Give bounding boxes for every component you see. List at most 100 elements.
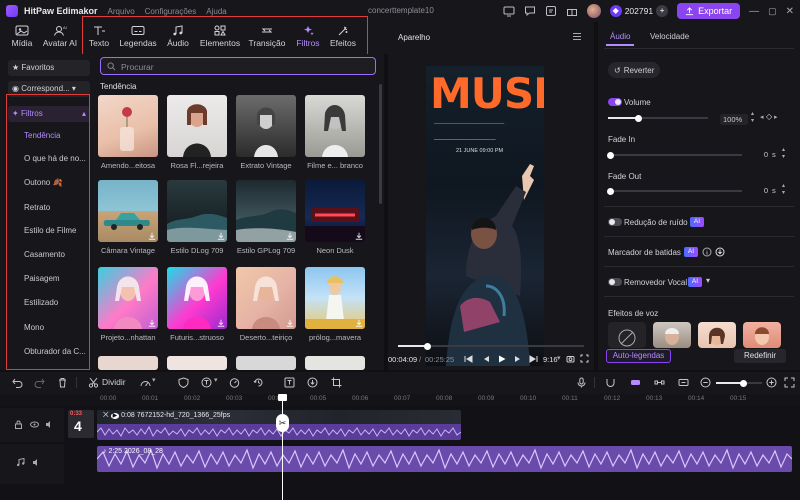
volume-slider-knob[interactable] [634, 114, 642, 122]
chevron-down-icon[interactable]: ▾ [557, 354, 561, 362]
zoom-slider[interactable] [716, 379, 762, 387]
tab-velocidade[interactable]: Velocidade [650, 32, 689, 41]
track-visibility-icon[interactable] [30, 420, 39, 429]
stepper-down-icon[interactable]: ▾ [782, 189, 785, 196]
fade-out-value[interactable]: 0 [748, 186, 768, 195]
text-add-icon[interactable] [201, 377, 212, 388]
fullscreen-icon[interactable] [580, 354, 589, 363]
volume-slider[interactable] [608, 114, 708, 122]
download-icon[interactable] [217, 232, 225, 240]
fade-out-knob[interactable] [607, 187, 614, 195]
stepper-up-icon[interactable]: ▴ [782, 146, 785, 153]
magnet-icon[interactable] [605, 377, 616, 388]
volume-value-input[interactable]: 100% [720, 114, 748, 125]
filter-thumb-9[interactable] [98, 267, 158, 329]
info-icon[interactable] [702, 247, 712, 257]
scissors-icon[interactable] [88, 377, 99, 388]
minimize-icon[interactable]: — [749, 6, 759, 17]
tab-audio-props[interactable]: Áudio [610, 32, 630, 41]
filter-thumb-3[interactable] [236, 95, 296, 157]
previous-frame-icon[interactable] [464, 355, 473, 363]
sidebar-item-favoritos[interactable]: ★ Favoritos [8, 60, 90, 76]
voice-effect-2[interactable] [698, 322, 736, 348]
grid-scrollbar[interactable] [379, 84, 382, 204]
expand-icon[interactable] [784, 377, 795, 388]
filter-thumb-10[interactable] [167, 267, 227, 329]
step-forward-icon[interactable] [514, 355, 522, 363]
split-label[interactable]: Dividir [102, 377, 126, 387]
feedback-icon[interactable] [545, 5, 557, 17]
noise-reduction-toggle[interactable] [608, 218, 622, 226]
next-frame-icon[interactable] [529, 355, 538, 363]
playhead-split-button[interactable]: ✂ [276, 414, 289, 432]
track-mute-icon[interactable] [32, 458, 41, 467]
user-avatar[interactable] [586, 4, 601, 18]
download-circle-icon[interactable] [715, 247, 725, 257]
history-icon[interactable] [253, 377, 264, 388]
stepper-up-icon[interactable]: ▴ [751, 110, 754, 117]
audio-clip[interactable]: ♪ 2:25 2026_08_28 [97, 446, 792, 472]
filter-thumb-14[interactable] [167, 356, 227, 370]
chevron-down-icon[interactable]: ▾ [706, 276, 710, 285]
stepper-down-icon[interactable]: ▾ [782, 153, 785, 160]
gift-icon[interactable] [566, 5, 578, 17]
fade-in-slider[interactable] [607, 151, 742, 159]
zoom-out-icon[interactable] [700, 377, 711, 388]
search-input[interactable]: Procurar [100, 57, 376, 75]
menu-configuracoes[interactable]: Configurações [145, 7, 197, 16]
hamburger-menu-icon[interactable] [572, 32, 582, 41]
download-icon[interactable] [355, 319, 363, 327]
stepper-up-icon[interactable]: ▴ [782, 182, 785, 189]
download-icon[interactable] [286, 232, 294, 240]
fade-in-knob[interactable] [607, 151, 614, 159]
video-preview[interactable]: MUSIC ▔▔▔▔▔▔▔▔▔▔▔▔▔▔▔▔▔▔▔▔▔▔▔▔ ▁▁▁▁▁▁▁▁▁… [426, 66, 544, 366]
filter-thumb-13[interactable] [98, 356, 158, 370]
playhead[interactable] [282, 396, 283, 500]
speedometer-icon[interactable] [229, 377, 240, 388]
filter-thumb-15[interactable] [236, 356, 296, 370]
filter-thumb-2[interactable] [167, 95, 227, 157]
voice-effect-none[interactable] [608, 322, 646, 348]
chat-icon[interactable] [524, 5, 536, 17]
filter-thumb-12[interactable] [305, 267, 365, 329]
download-icon[interactable] [286, 319, 294, 327]
playback-progress-track[interactable] [398, 342, 584, 350]
menu-ajuda[interactable]: Ajuda [206, 7, 226, 16]
stepper-down-icon[interactable]: ▾ [751, 117, 754, 124]
chevron-down-icon[interactable]: ▾ [152, 376, 156, 384]
marker-icon[interactable] [654, 377, 665, 388]
maximize-icon[interactable]: ▢ [768, 6, 777, 17]
add-credits-icon[interactable]: + [656, 5, 669, 17]
reverter-button[interactable]: ↺ Reverter [608, 62, 661, 78]
project-name[interactable]: concerttemplate10 [368, 6, 434, 15]
keyframe-prev-icon[interactable]: ◂ [760, 113, 764, 121]
voice-effect-1[interactable] [653, 322, 691, 348]
volume-toggle[interactable] [608, 98, 622, 106]
shield-icon[interactable] [178, 377, 189, 388]
download-icon[interactable] [217, 319, 225, 327]
zoom-slider-knob[interactable] [740, 379, 748, 387]
playback-scrubber[interactable] [424, 342, 432, 350]
filter-thumb-5[interactable] [98, 180, 158, 242]
track-mute-icon[interactable] [45, 420, 54, 429]
playhead-handle[interactable] [278, 394, 287, 401]
play-icon[interactable] [498, 355, 506, 363]
fit-icon[interactable] [678, 377, 689, 388]
vocal-remover-toggle[interactable] [608, 278, 622, 286]
link-icon[interactable] [630, 377, 641, 388]
export-button[interactable]: Exportar [677, 3, 741, 19]
close-icon[interactable]: ✕ [786, 6, 794, 17]
redo-icon[interactable] [34, 377, 45, 388]
chevron-down-icon[interactable]: ▾ [214, 376, 218, 384]
speed-icon[interactable] [140, 377, 151, 388]
filter-thumb-8[interactable] [305, 180, 365, 242]
reset-button[interactable]: Redefinir [734, 349, 786, 363]
fade-in-value[interactable]: 0 [748, 150, 768, 159]
voice-effect-3[interactable] [743, 322, 781, 348]
text-box-icon[interactable] [284, 377, 295, 388]
auto-subtitles-button[interactable]: Auto-legendas [606, 349, 671, 363]
download-icon[interactable] [148, 319, 156, 327]
menu-arquivo[interactable]: Arquivo [108, 7, 135, 16]
microphone-icon[interactable] [576, 377, 587, 388]
track-lock-icon[interactable] [14, 420, 23, 429]
